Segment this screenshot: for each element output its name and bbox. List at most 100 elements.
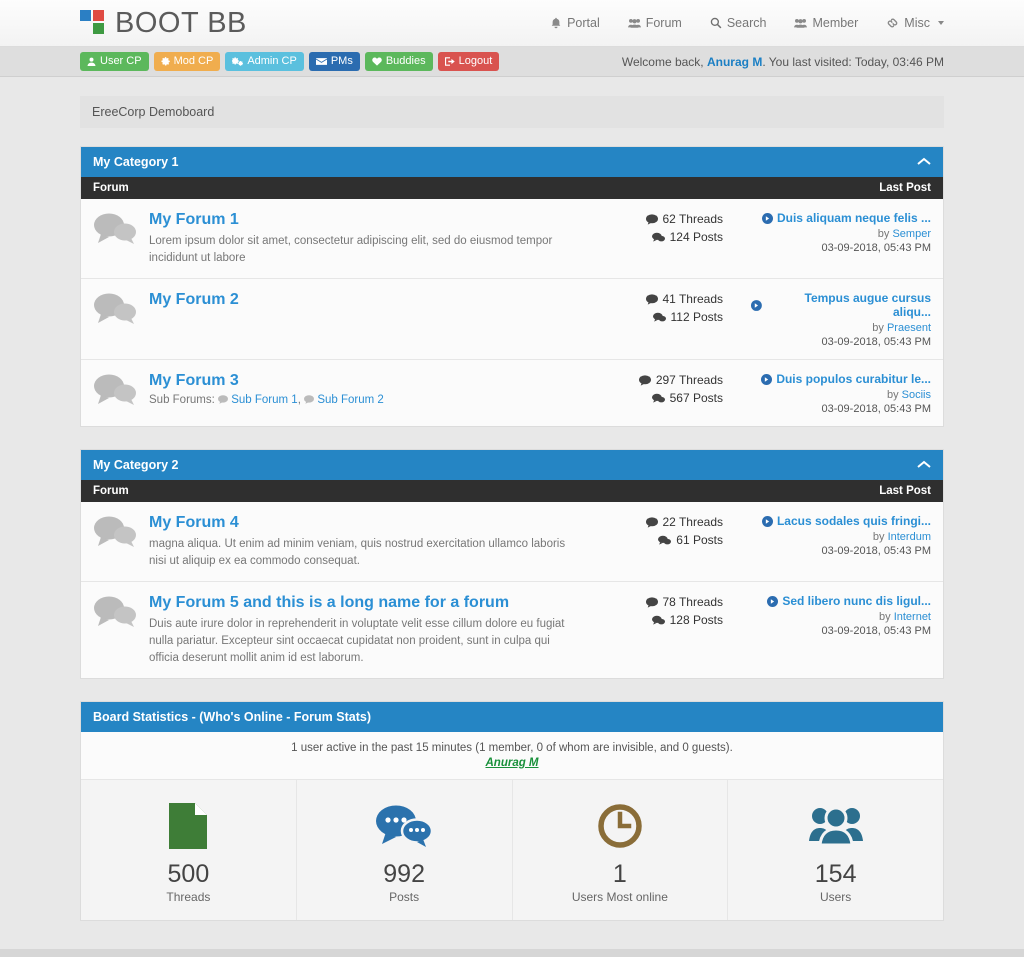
category-header[interactable]: My Category 2 (81, 450, 943, 480)
category-header[interactable]: My Category 1 (81, 147, 943, 177)
last-post-title-link[interactable]: Duis populos curabitur le... (751, 372, 931, 386)
last-post-author-link[interactable]: Sociis (902, 389, 931, 401)
forum-name-link[interactable]: My Forum 2 (149, 290, 239, 310)
column-header-row: Forum Last Post (81, 177, 943, 199)
forum-row: My Forum 1 Lorem ipsum dolor sit amet, c… (81, 199, 943, 279)
file-icon (169, 803, 208, 849)
user-control-bar: User CP Mod CP Admin CP PMs Buddies Logo… (0, 47, 1024, 77)
forum-last-post: Duis populos curabitur le... by Sociis 0… (751, 371, 931, 415)
comment-icon (645, 597, 658, 608)
stat-cell-users-most-online: 1 Users Most online (513, 780, 729, 920)
site-header: BOOT BB Portal Forum Search Member Misc (0, 0, 1024, 47)
forum-description: magna aliqua. Ut enim ad minim veniam, q… (149, 538, 566, 567)
comment-icon (638, 375, 651, 386)
buddies-button[interactable]: Buddies (364, 52, 433, 71)
last-post-author: by Interdum (872, 531, 931, 543)
last-post-author: by Sociis (886, 389, 931, 401)
forum-threads-count: 41 Threads (591, 292, 723, 307)
group-icon (808, 806, 863, 847)
forum-icon (93, 210, 149, 247)
last-post-author-link[interactable]: Praesent (887, 322, 931, 334)
nav-item-portal[interactable]: Portal (550, 16, 600, 30)
clock-icon (513, 800, 728, 852)
forum-name-link[interactable]: My Forum 5 and this is a long name for a… (149, 593, 509, 613)
comments-icon (376, 805, 434, 847)
nav-label-forum: Forum (645, 16, 682, 30)
envelope-icon (315, 58, 327, 65)
online-summary: 1 user active in the past 15 minutes (1 … (81, 732, 943, 780)
breadcrumb[interactable]: EreeCorp Demoboard (80, 96, 944, 128)
last-post-author: by Praesent (872, 322, 931, 334)
forum-posts-count: 567 Posts (591, 391, 723, 406)
comments-icon (94, 516, 136, 547)
last-post-title-link[interactable]: Sed libero nunc dis ligul... (751, 594, 931, 608)
board-statistics-title: Board Statistics - (Who's Online - Forum… (81, 702, 943, 732)
comments-icon (658, 535, 672, 545)
sub-forum-link[interactable]: Sub Forum 2 (317, 394, 383, 406)
forum-icon (93, 290, 149, 327)
forum-stats: 22 Threads 61 Posts (591, 513, 751, 548)
last-post-author-link[interactable]: Semper (892, 228, 931, 240)
nav-item-forum[interactable]: Forum (627, 16, 682, 30)
nav-item-search[interactable]: Search (710, 16, 766, 30)
users-icon (627, 18, 641, 28)
forum-stats: 78 Threads 128 Posts (591, 593, 751, 628)
chevron-up-icon[interactable] (917, 458, 931, 472)
comment-icon (304, 395, 315, 405)
last-post-title-link[interactable]: Lacus sodales quis fringi... (751, 514, 931, 528)
last-post-author-link[interactable]: Interdum (888, 531, 931, 543)
admin-cp-button[interactable]: Admin CP (225, 52, 304, 71)
user-cp-button[interactable]: User CP (80, 52, 149, 71)
forum-name-link[interactable]: My Forum 4 (149, 513, 239, 533)
logo-mark-icon (80, 10, 106, 36)
pms-button[interactable]: PMs (308, 52, 360, 71)
forum-row: My Forum 4 magna aliqua. Ut enim ad mini… (81, 502, 943, 582)
stat-label: Posts (389, 890, 420, 904)
last-post-title-link[interactable]: Duis aliquam neque felis ... (751, 211, 931, 225)
logout-icon (444, 57, 455, 66)
forum-posts-count: 128 Posts (591, 613, 723, 628)
last-post-title-link[interactable]: Tempus augue cursus aliqu... (751, 291, 931, 319)
last-post-author-link[interactable]: Internet (894, 611, 931, 623)
category-block: My Category 2 Forum Last Post My Forum 4… (80, 449, 944, 679)
file-icon (81, 800, 296, 852)
forum-name-link[interactable]: My Forum 1 (149, 210, 239, 230)
category-block: My Category 1 Forum Last Post My Forum 1… (80, 146, 944, 427)
column-header-row: Forum Last Post (81, 480, 943, 502)
welcome-username[interactable]: Anurag M (707, 55, 762, 69)
comments-icon (94, 374, 136, 405)
online-user-link[interactable]: Anurag M (93, 757, 931, 769)
sub-forum-link[interactable]: Sub Forum 1 (231, 394, 297, 406)
forum-icon (93, 513, 149, 550)
last-post-date: 03-09-2018, 05:43 PM (821, 625, 931, 637)
forum-row: My Forum 3 Sub Forums: Sub Forum 1, Sub … (81, 360, 943, 426)
forum-main: My Forum 2 (149, 290, 591, 310)
last-post-author: by Internet (879, 611, 931, 623)
online-text: 1 user active in the past 15 minutes (1 … (291, 742, 733, 754)
forum-icon (93, 593, 149, 630)
forum-name-link[interactable]: My Forum 3 (149, 371, 239, 391)
sub-forums-label: Sub Forums: (149, 394, 215, 406)
forum-main: My Forum 1 Lorem ipsum dolor sit amet, c… (149, 210, 591, 267)
chevron-down-icon (938, 21, 944, 25)
arrow-circle-icon (751, 299, 762, 311)
nav-item-misc[interactable]: Misc (886, 16, 944, 30)
user-icon (87, 57, 96, 66)
forum-last-post: Sed libero nunc dis ligul... by Internet… (751, 593, 931, 637)
pms-label: PMs (330, 55, 353, 67)
chevron-up-icon[interactable] (917, 155, 931, 169)
logout-button[interactable]: Logout (437, 52, 500, 71)
forum-row: My Forum 2 41 Threads 112 Posts Tempus a… (81, 279, 943, 360)
gears-icon (232, 57, 244, 66)
arrow-circle-icon (767, 595, 779, 607)
stat-label: Users Most online (571, 890, 668, 904)
site-logo[interactable]: BOOT BB (80, 7, 247, 40)
comment-icon (218, 395, 229, 405)
nav-item-member[interactable]: Member (794, 16, 858, 30)
footer-spacer (0, 921, 1024, 949)
forum-threads-count: 78 Threads (591, 595, 723, 610)
forum-row: My Forum 5 and this is a long name for a… (81, 582, 943, 678)
mod-cp-button[interactable]: Mod CP (153, 52, 221, 71)
comment-icon (645, 517, 658, 528)
forum-threads-count: 62 Threads (591, 212, 723, 227)
